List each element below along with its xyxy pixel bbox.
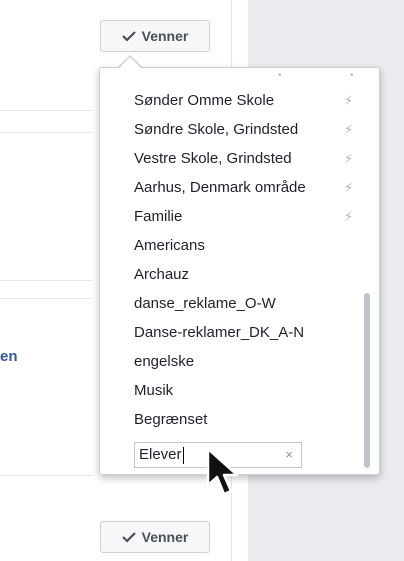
friends-audience-button[interactable]: Venner (100, 20, 210, 52)
checkmark-icon (121, 30, 136, 42)
divider (0, 475, 92, 476)
menu-item[interactable]: Musik (134, 379, 366, 403)
lightning-icon: ⚡ (344, 180, 354, 195)
menu-item-label: engelske (134, 353, 195, 370)
lightning-icon: ⚡ (344, 209, 354, 224)
menu-item-label: Musik (134, 382, 174, 399)
menu-item[interactable]: Vestre Skole, Grindsted ⚡ (134, 147, 366, 171)
menu-item[interactable]: Aarhus, Denmark område ⚡ (134, 176, 366, 200)
truncated-link[interactable]: en (0, 348, 18, 365)
menu-item[interactable]: Familie ⚡ (134, 205, 366, 229)
checkmark-icon (121, 531, 136, 543)
menu-item-label: danse_reklame_O-W (134, 295, 276, 312)
menu-item-label: Sønder Omme Skole (134, 92, 275, 109)
scrollbar[interactable] (364, 293, 370, 468)
divider (0, 110, 92, 111)
menu-item[interactable]: Americans (134, 234, 366, 258)
menu-item-label: Vestre Skole, Grindsted (134, 150, 292, 167)
menu-item-label: Begrænset (134, 411, 208, 428)
menu-item-label: Archauz (134, 266, 190, 283)
friends-label: Venner (141, 529, 189, 545)
text-cursor (182, 446, 184, 464)
menu-item[interactable]: Søndre Skole, Grindsted ⚡ (134, 118, 366, 142)
divider (0, 298, 92, 299)
audience-dropdown: • • Sønder Omme Skole ⚡ Søndre Skole, Gr… (99, 67, 380, 475)
menu-item[interactable]: Danse-reklamer_DK_A-N (134, 321, 366, 345)
menu-item[interactable]: Begrænset (134, 408, 366, 432)
mouse-cursor-icon (205, 447, 243, 506)
friends-audience-button[interactable]: Venner (100, 521, 210, 553)
menu-item-label: Americans (134, 237, 205, 254)
menu-item-label: Danse-reklamer_DK_A-N (134, 324, 305, 341)
scroll-indicator: • (350, 70, 354, 81)
menu-item-label: Aarhus, Denmark område (134, 179, 306, 196)
divider (0, 132, 92, 133)
lightning-icon: ⚡ (344, 122, 354, 137)
friends-label: Venner (141, 28, 189, 44)
lightning-icon: ⚡ (344, 93, 354, 108)
menu-item[interactable]: engelske (134, 350, 366, 374)
menu-item[interactable]: Sønder Omme Skole ⚡ (134, 89, 366, 113)
menu-item-label: Søndre Skole, Grindsted (134, 121, 299, 138)
menu-item-label: Familie (134, 208, 183, 225)
menu-item[interactable]: danse_reklame_O-W (134, 292, 366, 316)
scroll-indicator: • (278, 70, 282, 81)
clear-icon[interactable]: × (285, 443, 293, 467)
input-value: Elever (139, 446, 182, 463)
menu-item[interactable]: Archauz (134, 263, 366, 287)
lightning-icon: ⚡ (344, 151, 354, 166)
divider (0, 280, 92, 281)
dropdown-caret-fill (118, 57, 142, 69)
